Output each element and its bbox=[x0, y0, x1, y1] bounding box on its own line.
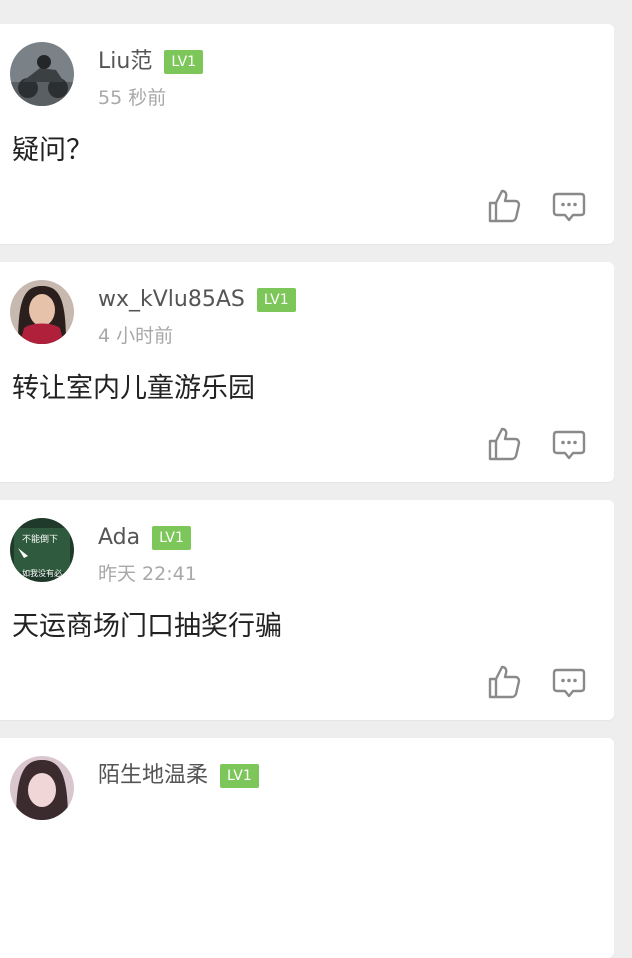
avatar-woman-red-scarf-icon bbox=[10, 280, 74, 344]
like-button[interactable] bbox=[486, 188, 522, 224]
like-button[interactable] bbox=[486, 664, 522, 700]
level-badge: LV1 bbox=[220, 764, 259, 788]
comment-text: 疑问？ bbox=[12, 135, 93, 166]
thumbs-up-icon bbox=[488, 665, 521, 699]
timestamp: 昨天 22:41 bbox=[98, 563, 197, 585]
avatar-motorcycle-icon bbox=[10, 42, 74, 106]
level-badge: LV1 bbox=[256, 288, 296, 312]
username[interactable]: Ada bbox=[98, 524, 140, 552]
thumbs-up-icon bbox=[488, 189, 521, 223]
user-row: 陌生地温柔 LV1 bbox=[98, 762, 259, 790]
username[interactable]: 陌生地温柔 bbox=[98, 762, 208, 790]
comment-bubble-icon bbox=[552, 430, 586, 460]
reply-button[interactable] bbox=[552, 190, 586, 224]
comment-card: 陌生地温柔 LV1 bbox=[0, 738, 614, 958]
avatar-meme-sticker-icon: 不能倒下 如我没有必 bbox=[10, 518, 74, 582]
user-row: wx_kVlu85AS LV1 bbox=[98, 286, 296, 314]
level-badge: LV1 bbox=[164, 50, 204, 74]
user-avatar[interactable] bbox=[10, 756, 74, 820]
user-avatar[interactable] bbox=[10, 280, 74, 344]
reply-button[interactable] bbox=[552, 428, 586, 462]
comment-text: 转让室内儿童游乐园 bbox=[12, 373, 255, 404]
user-avatar[interactable] bbox=[10, 42, 74, 106]
avatar-sticker-text: 不能倒下 bbox=[22, 533, 58, 545]
comment-bubble-icon bbox=[552, 192, 586, 222]
comment-card: Liu范 LV1 55 秒前 疑问？ bbox=[0, 24, 614, 244]
like-button[interactable] bbox=[486, 426, 522, 462]
timestamp: 55 秒前 bbox=[98, 87, 167, 109]
comment-card: 不能倒下 如我没有必 Ada LV1 昨天 22:41 天运商场门口抽奖行骗 bbox=[0, 500, 614, 720]
comment-feed: Liu范 LV1 55 秒前 疑问？ wx_kVlu85AS LV1 4 小时前… bbox=[0, 0, 632, 958]
thumbs-up-icon bbox=[488, 427, 521, 461]
user-row: Liu范 LV1 bbox=[98, 48, 204, 76]
avatar-girl-icon bbox=[10, 756, 74, 820]
username[interactable]: wx_kVlu85AS bbox=[98, 286, 245, 314]
user-row: Ada LV1 bbox=[98, 524, 191, 552]
comment-card: wx_kVlu85AS LV1 4 小时前 转让室内儿童游乐园 bbox=[0, 262, 614, 482]
timestamp: 4 小时前 bbox=[98, 325, 174, 347]
reply-button[interactable] bbox=[552, 666, 586, 700]
user-avatar[interactable]: 不能倒下 如我没有必 bbox=[10, 518, 74, 582]
comment-text: 天运商场门口抽奖行骗 bbox=[12, 611, 282, 642]
level-badge: LV1 bbox=[152, 526, 191, 550]
comment-bubble-icon bbox=[552, 668, 586, 698]
username[interactable]: Liu范 bbox=[98, 48, 152, 76]
avatar-sticker-text: 如我没有必 bbox=[22, 568, 62, 578]
